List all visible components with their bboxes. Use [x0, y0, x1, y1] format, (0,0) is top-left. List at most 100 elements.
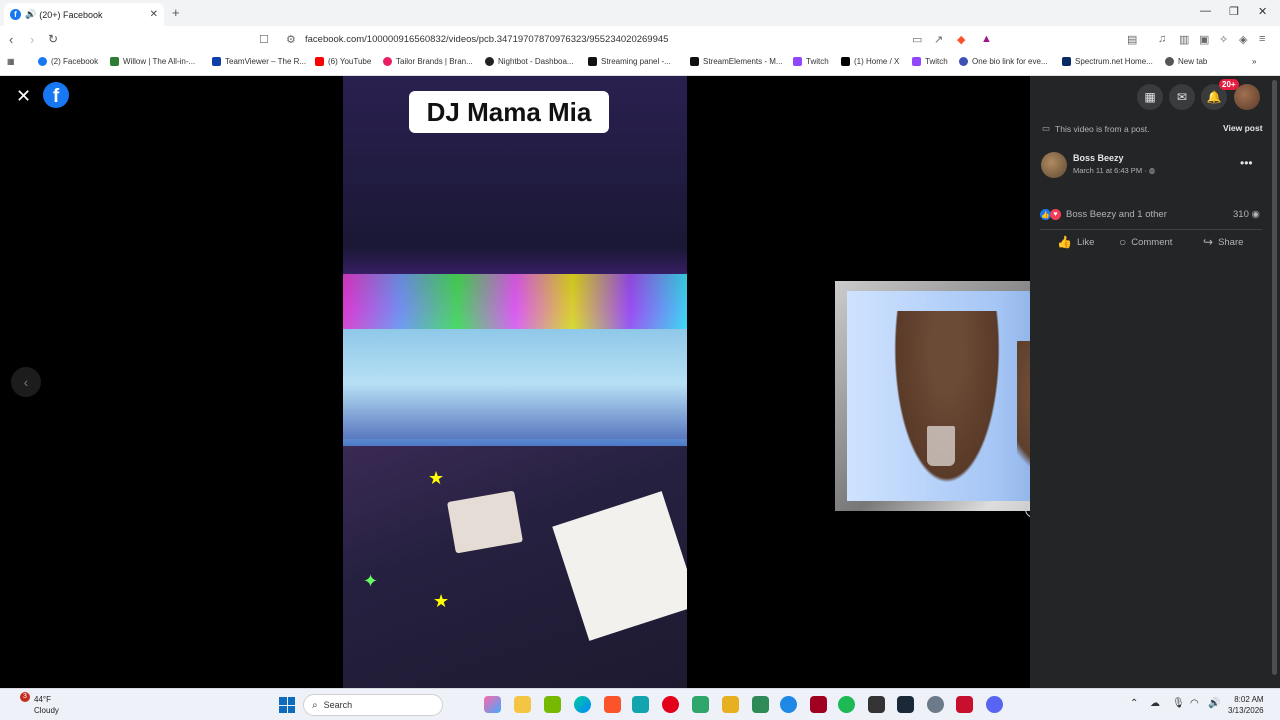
streaming-panel-icon [588, 57, 597, 66]
facebook-logo-icon[interactable]: f [43, 82, 69, 108]
file-explorer-icon[interactable] [514, 696, 531, 713]
post-date[interactable]: March 11 at 6:43 PM · ◍ [1073, 166, 1155, 175]
search-placeholder: Search [323, 700, 353, 710]
bookmark-item[interactable]: Nightbot - Dashboa... [485, 57, 574, 66]
microphone-icon[interactable]: 🎙 [1172, 698, 1185, 709]
spotify-icon[interactable] [838, 696, 855, 713]
tailor-brands-icon [383, 57, 392, 66]
bookmark-item[interactable]: TeamViewer – The R... [212, 57, 306, 66]
app-icon[interactable] [956, 696, 973, 713]
tab-facebook[interactable]: f 🔊 (20+) Facebook ✕ [4, 3, 164, 26]
bookmark-label: Spectrum.net Home... [1075, 57, 1153, 66]
share-button[interactable]: ↪ Share [1203, 235, 1243, 249]
bookmark-item[interactable]: StreamElements - M... [690, 57, 783, 66]
more-bookmarks-icon[interactable]: » [1252, 57, 1256, 66]
youtube-icon [315, 57, 324, 66]
view-count: 310 ◉ [1233, 209, 1260, 220]
edge-icon[interactable] [574, 696, 591, 713]
restore-icon[interactable]: ❐ [1229, 5, 1239, 18]
cast-icon[interactable]: ▭ [912, 33, 922, 46]
brave-shields-icon[interactable]: ◆ [957, 33, 965, 46]
bookmark-item[interactable]: Spectrum.net Home... [1062, 57, 1153, 66]
sidebar-icon[interactable]: ▤ [1127, 33, 1137, 46]
apps-icon[interactable]: ▦ [7, 57, 15, 66]
clock-date: 3/13/2026 [1228, 706, 1264, 715]
cup [927, 426, 955, 466]
show-hidden-icons-icon[interactable]: ⌃ [1130, 698, 1138, 709]
address-bar[interactable]: facebook.com/100000916560832/videos/pcb.… [305, 34, 668, 45]
reload-icon[interactable]: ↻ [48, 32, 58, 46]
bookmark-item[interactable]: Willow | The All-in-... [110, 57, 195, 66]
menu-icon[interactable]: ≡ [1259, 33, 1265, 45]
taskbar-search[interactable]: ⌕ Search [303, 694, 443, 716]
profile-avatar[interactable] [1234, 84, 1260, 110]
nvidia-icon[interactable] [544, 696, 561, 713]
brave-rewards-icon[interactable]: ▲ [981, 33, 992, 45]
system-clock[interactable]: 8:02 AM 3/13/2026 [1228, 694, 1264, 716]
bookmark-item[interactable]: (2) Facebook [38, 57, 98, 66]
start-button[interactable] [279, 697, 295, 713]
thumbs-up-icon: 👍 [1057, 235, 1072, 249]
opera-icon[interactable] [662, 696, 679, 713]
weather-widget[interactable]: 3 44°F Cloudy [12, 692, 59, 716]
panel-icon[interactable]: ▥ [1179, 33, 1189, 46]
divider [1040, 229, 1262, 230]
menu-grid-icon[interactable]: ▦ [1137, 84, 1163, 110]
bookmark-item[interactable]: New tab [1165, 57, 1207, 66]
share-page-icon[interactable]: ↗ [934, 33, 943, 46]
app-icon[interactable] [780, 696, 797, 713]
back-icon[interactable]: ‹ [9, 32, 13, 47]
app-icon[interactable] [692, 696, 709, 713]
app-icon[interactable] [632, 696, 649, 713]
bookmark-label: One bio link for eve... [972, 57, 1048, 66]
like-button[interactable]: 👍 Like [1057, 235, 1094, 249]
volume-icon[interactable]: 🔊 [1208, 698, 1220, 709]
window-close-icon[interactable]: ✕ [1258, 5, 1267, 18]
bookmark-item[interactable]: Tailor Brands | Bran... [383, 57, 473, 66]
onedrive-icon[interactable]: ☁ [1150, 698, 1160, 709]
share-label: Share [1218, 236, 1244, 248]
new-tab-button[interactable]: + [172, 5, 180, 20]
speaker-icon[interactable]: 🔊 [25, 9, 36, 20]
app-icon[interactable] [752, 696, 769, 713]
wifi-icon[interactable]: ◠ [1190, 698, 1199, 709]
forward-icon[interactable]: › [30, 32, 34, 47]
wallet-icon[interactable]: ▣ [1199, 33, 1209, 46]
reactions-summary[interactable]: 👍 ♥ Boss Beezy and 1 other [1040, 209, 1167, 220]
discord-icon[interactable] [986, 696, 1003, 713]
app-icon[interactable] [810, 696, 827, 713]
author-name[interactable]: Boss Beezy [1073, 153, 1124, 163]
clock-time: 8:02 AM [1234, 695, 1264, 704]
sidebar-scrollbar[interactable] [1272, 80, 1277, 675]
author-avatar[interactable] [1041, 152, 1067, 178]
settings-icon[interactable] [927, 696, 944, 713]
comment-button[interactable]: ○ Comment [1119, 235, 1172, 249]
copilot-icon[interactable] [484, 696, 501, 713]
bookmark-item[interactable]: Twitch [912, 57, 948, 66]
leo-icon[interactable]: ✧ [1219, 33, 1228, 46]
facebook-icon [38, 57, 47, 66]
star-decal: ★ [433, 591, 450, 611]
messenger-icon[interactable]: ✉ [1169, 84, 1195, 110]
bookmark-item[interactable]: Streaming panel -... [588, 57, 671, 66]
site-settings-icon[interactable]: ⚙ [286, 33, 296, 46]
bookmark-page-icon[interactable]: ☐ [259, 33, 269, 46]
media-icon[interactable]: ♫ [1158, 33, 1166, 45]
bookmark-item[interactable]: (1) Home / X [841, 57, 899, 66]
rockstar-icon[interactable] [722, 696, 739, 713]
close-viewer-icon[interactable]: ✕ [16, 86, 31, 107]
bookmark-item[interactable]: One bio link for eve... [959, 57, 1048, 66]
more-options-icon[interactable]: ••• [1240, 156, 1253, 170]
previous-arrow-icon[interactable]: ‹ [11, 367, 41, 397]
vpn-icon[interactable]: ◈ [1239, 33, 1247, 46]
steam-icon[interactable] [897, 696, 914, 713]
bookmark-item[interactable]: Twitch [793, 57, 829, 66]
bookmark-item[interactable]: (6) YouTube [315, 57, 371, 66]
video-player[interactable]: ★ ★ ✦ [343, 76, 687, 688]
minimize-icon[interactable]: — [1200, 5, 1211, 17]
tab-title: (20+) Facebook [39, 9, 103, 20]
app-icon[interactable] [868, 696, 885, 713]
tab-close-icon[interactable]: ✕ [150, 9, 158, 20]
brave-icon[interactable] [604, 696, 621, 713]
view-post-link[interactable]: View post [1223, 123, 1263, 133]
